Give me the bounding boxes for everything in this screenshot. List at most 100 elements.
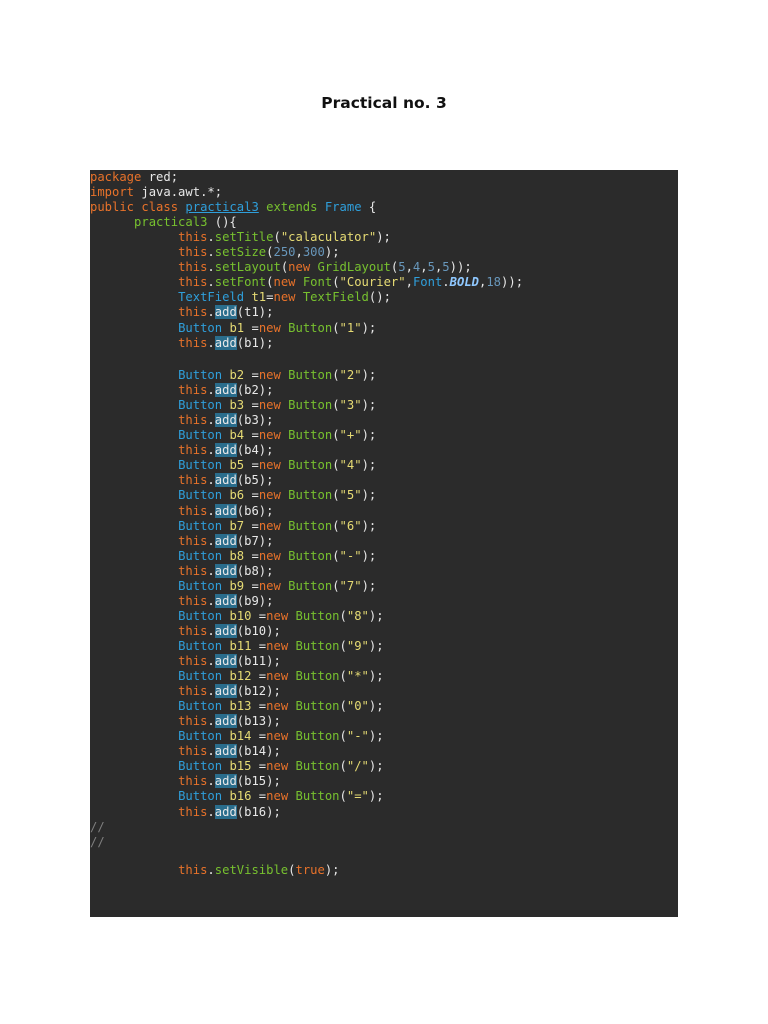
code-token: Button xyxy=(178,699,223,714)
code-line: this.add(b4); xyxy=(90,443,273,458)
code-token: ); xyxy=(361,578,377,593)
code-token: ); xyxy=(361,488,377,503)
code-token: (b4); xyxy=(236,443,274,458)
code-token: . xyxy=(207,533,215,548)
code-token: this xyxy=(178,533,208,548)
code-token: ( xyxy=(339,759,347,774)
code-token: ); xyxy=(361,548,377,563)
code-token: = xyxy=(244,398,259,413)
code-token: ); xyxy=(368,729,384,744)
code-token: = xyxy=(244,368,259,383)
code-token: this xyxy=(178,563,208,578)
code-token: = xyxy=(244,458,259,473)
code-token: . xyxy=(207,563,215,578)
code-token: ); xyxy=(368,789,384,804)
code-token: . xyxy=(207,305,215,320)
code-token: = xyxy=(244,518,259,533)
code-token: (b15); xyxy=(236,774,281,789)
code-token: practical3 xyxy=(134,215,208,230)
code-line: TextField t1=new TextField(); xyxy=(90,290,391,305)
code-token: ( xyxy=(339,729,347,744)
code-token: . xyxy=(207,443,215,458)
code-token: ( xyxy=(339,699,347,714)
code-token: . xyxy=(207,593,215,608)
code-token: "6" xyxy=(339,518,362,533)
code-token: ); xyxy=(361,428,377,443)
code-line: Button b4 =new Button("+"); xyxy=(90,428,376,443)
code-token: b3 xyxy=(229,398,245,413)
code-token: ( xyxy=(332,428,340,443)
code-token: (b14); xyxy=(236,744,281,759)
code-token: import xyxy=(90,185,135,200)
code-token: . xyxy=(207,260,215,275)
code-token: . xyxy=(207,714,215,729)
code-token: (); xyxy=(368,290,391,305)
code-token: "2" xyxy=(339,368,362,383)
code-line: import java.awt.*; xyxy=(90,185,222,200)
code-token: Button xyxy=(288,428,333,443)
code-token: Button xyxy=(178,638,223,653)
code-token: "4" xyxy=(339,458,362,473)
code-token: Button xyxy=(288,518,333,533)
code-token: ( xyxy=(332,368,340,383)
code-token: "1" xyxy=(339,320,362,335)
code-token: ); xyxy=(368,638,384,653)
code-token: Button xyxy=(178,488,223,503)
code-token: this xyxy=(178,774,208,789)
code-token: Button xyxy=(295,789,340,804)
code-token: { xyxy=(361,200,377,215)
code-token: ( xyxy=(339,789,347,804)
code-token: setSize xyxy=(214,245,267,260)
code-token: . xyxy=(207,245,215,260)
code-token: = xyxy=(251,699,267,714)
code-token: Button xyxy=(288,548,333,563)
code-line: Button b5 =new Button("4"); xyxy=(90,458,376,473)
code-token: ( xyxy=(339,638,347,653)
code-token: this xyxy=(178,230,208,245)
code-token: ( xyxy=(332,518,340,533)
code-line: Button b8 =new Button("-"); xyxy=(90,549,376,564)
code-token: Button xyxy=(288,458,333,473)
code-token: "calaculator" xyxy=(280,230,377,245)
code-token: Button xyxy=(178,320,223,335)
code-token: 5 xyxy=(398,260,406,275)
code-line: Button b10 =new Button("8"); xyxy=(90,609,384,624)
code-token: Button xyxy=(178,759,223,774)
code-token: ); xyxy=(324,245,340,260)
code-token: , xyxy=(405,275,413,290)
code-token: this xyxy=(178,245,208,260)
code-token: . xyxy=(207,862,215,877)
code-token: this xyxy=(178,862,208,877)
code-line: // xyxy=(90,820,105,835)
code-token: )); xyxy=(501,275,524,290)
code-line: this.add(b11); xyxy=(90,654,281,669)
code-line: practical3 (){ xyxy=(90,215,237,230)
code-token: add xyxy=(214,593,237,608)
code-token: this xyxy=(178,503,208,518)
code-token: b2 xyxy=(229,368,245,383)
code-token: ( xyxy=(339,669,347,684)
code-token: new xyxy=(266,789,289,804)
code-line: this.setLayout(new GridLayout(5,4,5,5)); xyxy=(90,260,472,275)
code-token: true xyxy=(295,862,325,877)
code-token: (b3); xyxy=(236,413,274,428)
code-token: (b5); xyxy=(236,473,274,488)
